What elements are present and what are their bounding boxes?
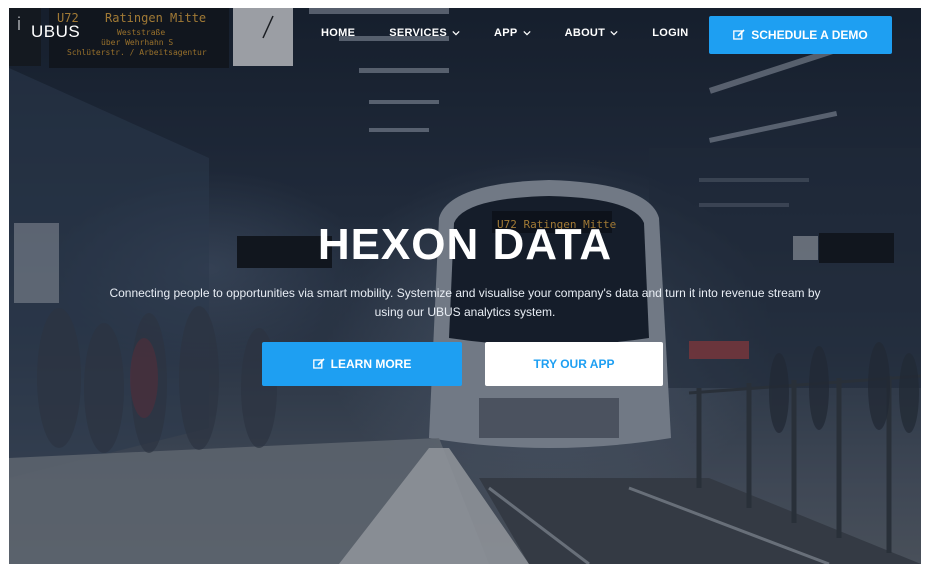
nav-app-label: APP [494, 27, 518, 39]
try-our-app-button[interactable]: TRY OUR APP [485, 342, 663, 386]
edit-icon [733, 29, 745, 40]
chevron-down-icon [452, 30, 460, 36]
nav-app[interactable]: APP [494, 27, 531, 39]
nav-home-label: HOME [321, 27, 356, 39]
learn-more-label: LEARN MORE [330, 357, 412, 371]
schedule-demo-label: SCHEDULE A DEMO [751, 28, 868, 42]
hero-subtitle: Connecting people to opportunities via s… [109, 286, 821, 319]
main-nav: HOME SERVICES APP ABOUT LOGIN [321, 27, 689, 39]
learn-more-button[interactable]: LEARN MORE [262, 342, 462, 386]
nav-about-label: ABOUT [564, 27, 606, 39]
nav-login[interactable]: LOGIN [652, 27, 688, 39]
nav-about[interactable]: ABOUT [565, 27, 619, 39]
brand-logo[interactable]: UBUS [31, 22, 80, 42]
edit-icon [312, 358, 325, 369]
nav-home[interactable]: HOME [321, 27, 355, 39]
nav-services-label: SERVICES [389, 27, 448, 39]
nav-login-label: LOGIN [652, 27, 689, 39]
hero-section: i U72 Ratingen Mitte Weststraße über Weh… [9, 8, 921, 564]
hero-title: HEXON DATA [317, 220, 613, 269]
chevron-down-icon [522, 30, 531, 36]
schedule-demo-button[interactable]: SCHEDULE A DEMO [709, 16, 892, 54]
try-our-app-label: TRY OUR APP [533, 357, 615, 371]
nav-services[interactable]: SERVICES [389, 27, 460, 39]
chevron-down-icon [610, 30, 618, 36]
